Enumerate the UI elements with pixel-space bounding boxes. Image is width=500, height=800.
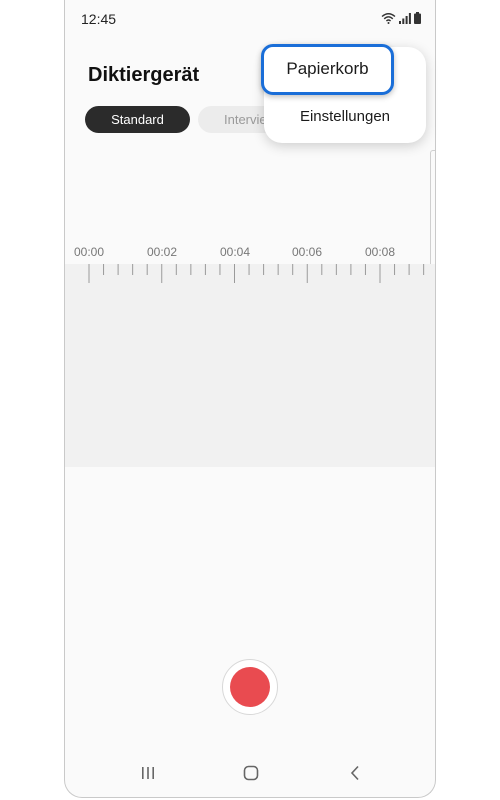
home-icon	[243, 765, 259, 781]
time-label: 00:00	[73, 245, 105, 259]
timeline: 00:00 00:02 00:04 00:06 00:08	[65, 245, 435, 467]
time-label: 00:04	[219, 245, 251, 259]
record-button[interactable]	[222, 659, 278, 715]
battery-icon	[414, 12, 421, 24]
recent-apps-button[interactable]	[136, 761, 160, 785]
navigation-bar	[65, 747, 435, 797]
menu-item-settings[interactable]: Einstellungen	[264, 97, 426, 137]
menu-item-trash[interactable]: Papierkorb	[261, 44, 394, 95]
signal-icon	[399, 13, 411, 24]
status-time: 12:45	[81, 11, 117, 27]
tab-standard[interactable]: Standard	[85, 106, 190, 133]
record-icon	[230, 667, 270, 707]
status-icons	[381, 12, 421, 24]
timeline-labels: 00:00 00:02 00:04 00:06 00:08	[65, 245, 435, 263]
timeline-ruler	[88, 264, 425, 283]
back-icon	[350, 765, 359, 781]
time-label: 00:02	[146, 245, 178, 259]
app-title: Diktiergerät	[88, 64, 200, 86]
time-label: 00:08	[364, 245, 396, 259]
back-button[interactable]	[343, 761, 367, 785]
home-button[interactable]	[239, 761, 263, 785]
status-bar: 12:45	[65, 0, 435, 36]
waveform-area	[65, 264, 435, 467]
wifi-icon	[381, 13, 396, 24]
menu-item-trash-label: Papierkorb	[286, 59, 369, 78]
time-label: 00:06	[291, 245, 323, 259]
recent-apps-icon	[142, 767, 154, 779]
